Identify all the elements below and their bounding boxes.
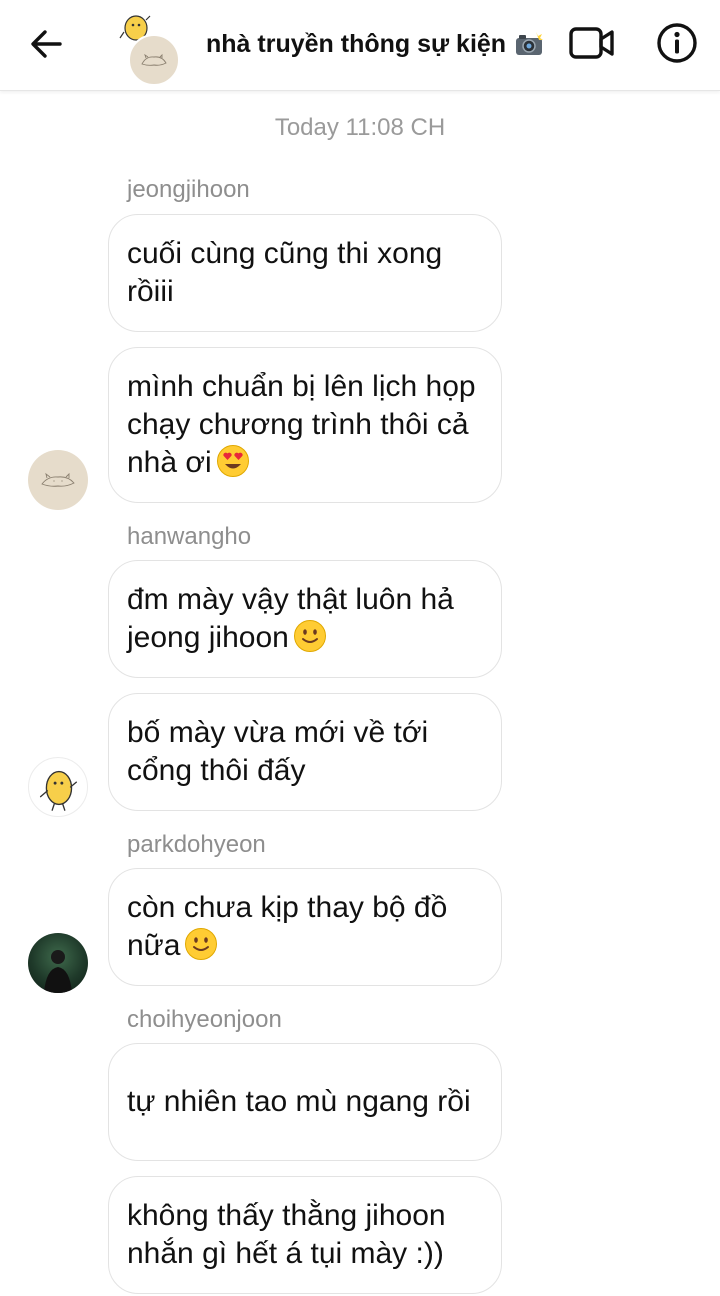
message-text: cuối cùng cũng thi xong rồiii	[127, 237, 443, 308]
message-text: mình chuẩn bị lên lịch họp chạy chương t…	[127, 370, 476, 479]
message-text: đm mày vậy thật luôn hả jeong jihoon	[127, 583, 454, 654]
sender-name: jeongjihoon	[127, 176, 250, 203]
message-timestamp: Today 11:08 CH	[274, 114, 446, 141]
yellow-potato-avatar[interactable]	[28, 757, 88, 817]
group-avatar[interactable]	[116, 12, 182, 86]
message-bubble[interactable]: không thấy thằng jihoon nhắn gì hết á tụ…	[108, 1176, 502, 1294]
cat-mini-avatar	[128, 34, 180, 86]
sender-name: parkdohyeon	[127, 831, 266, 858]
chat-title-text: nhà truyền thông sự kiện	[206, 29, 507, 58]
dark-photo-avatar[interactable]	[28, 933, 88, 993]
message-bubble[interactable]: bố mày vừa mới về tới cổng thôi đấy	[108, 693, 502, 811]
heart-eyes-emoji-icon	[216, 445, 249, 477]
message-text: không thấy thằng jihoon nhắn gì hết á tụ…	[127, 1199, 446, 1270]
sender-name: choihyeonjoon	[127, 1006, 282, 1033]
back-button[interactable]	[22, 22, 70, 66]
camera-flash-icon	[516, 32, 544, 55]
message-bubble[interactable]: còn chưa kịp thay bộ đồ nữa	[108, 868, 502, 986]
message-bubble[interactable]: tự nhiên tao mù ngang rồi	[108, 1043, 502, 1161]
chat-title[interactable]: nhà truyền thông sự kiện	[206, 26, 544, 62]
message-bubble[interactable]: cuối cùng cũng thi xong rồiii	[108, 214, 502, 332]
message-text: bố mày vừa mới về tới cổng thôi đấy	[127, 716, 429, 787]
message-text: còn chưa kịp thay bộ đồ nữa	[127, 891, 448, 962]
video-call-button[interactable]	[566, 22, 618, 64]
back-arrow-icon	[31, 30, 62, 58]
message-text: tự nhiên tao mù ngang rồi	[127, 1085, 471, 1118]
info-icon	[657, 23, 697, 63]
slight-smile-emoji-icon	[185, 928, 218, 960]
message-bubble[interactable]: đm mày vậy thật luôn hả jeong jihoon	[108, 560, 502, 678]
info-button[interactable]	[654, 20, 700, 66]
video-call-icon	[569, 27, 614, 59]
slight-smile-emoji-icon	[293, 620, 326, 652]
sender-name: hanwangho	[127, 523, 252, 550]
sleeping-cat-drawing-avatar[interactable]	[28, 450, 88, 510]
message-bubble[interactable]: mình chuẩn bị lên lịch họp chạy chương t…	[108, 347, 502, 503]
chat-header: nhà truyền thông sự kiện	[0, 0, 720, 91]
